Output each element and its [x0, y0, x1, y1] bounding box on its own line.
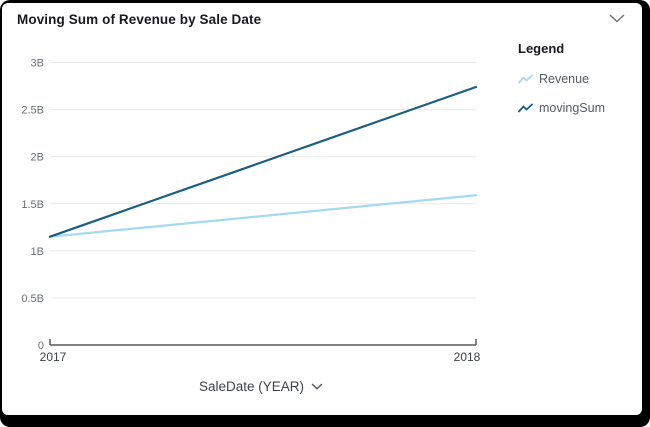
- series-line-Revenue[interactable]: [50, 195, 476, 236]
- x-axis-field-label: SaleDate (YEAR): [199, 379, 304, 394]
- legend-item-label: Revenue: [539, 72, 589, 86]
- screenshot-frame: Moving Sum of Revenue by Sale Date 3B2.5…: [0, 0, 650, 427]
- y-axis-tick-label: 2B: [31, 152, 44, 164]
- visual-card: Moving Sum of Revenue by Sale Date 3B2.5…: [2, 3, 642, 415]
- movingsum-line-icon: [518, 103, 533, 114]
- y-axis-tick-label: 1.5B: [21, 199, 44, 211]
- chevron-down-icon: [311, 383, 323, 390]
- x-axis-field-dropdown[interactable]: SaleDate (YEAR): [2, 379, 520, 394]
- y-axis-tick-label: 3B: [31, 58, 44, 70]
- legend-item-revenue[interactable]: Revenue: [518, 72, 633, 86]
- y-axis-tick-label: 1B: [31, 246, 44, 258]
- legend-item-label: movingSum: [539, 101, 605, 115]
- legend: Legend Revenue movingSum: [518, 41, 633, 130]
- x-axis-tick-label: 2017: [40, 350, 67, 364]
- x-axis-tick-label: 2018: [454, 350, 481, 364]
- y-axis-tick-label: 2.5B: [21, 105, 44, 117]
- y-axis-tick-label: 0.5B: [21, 293, 44, 305]
- legend-item-movingsum[interactable]: movingSum: [518, 101, 633, 115]
- legend-title: Legend: [518, 41, 633, 56]
- revenue-line-icon: [518, 74, 533, 85]
